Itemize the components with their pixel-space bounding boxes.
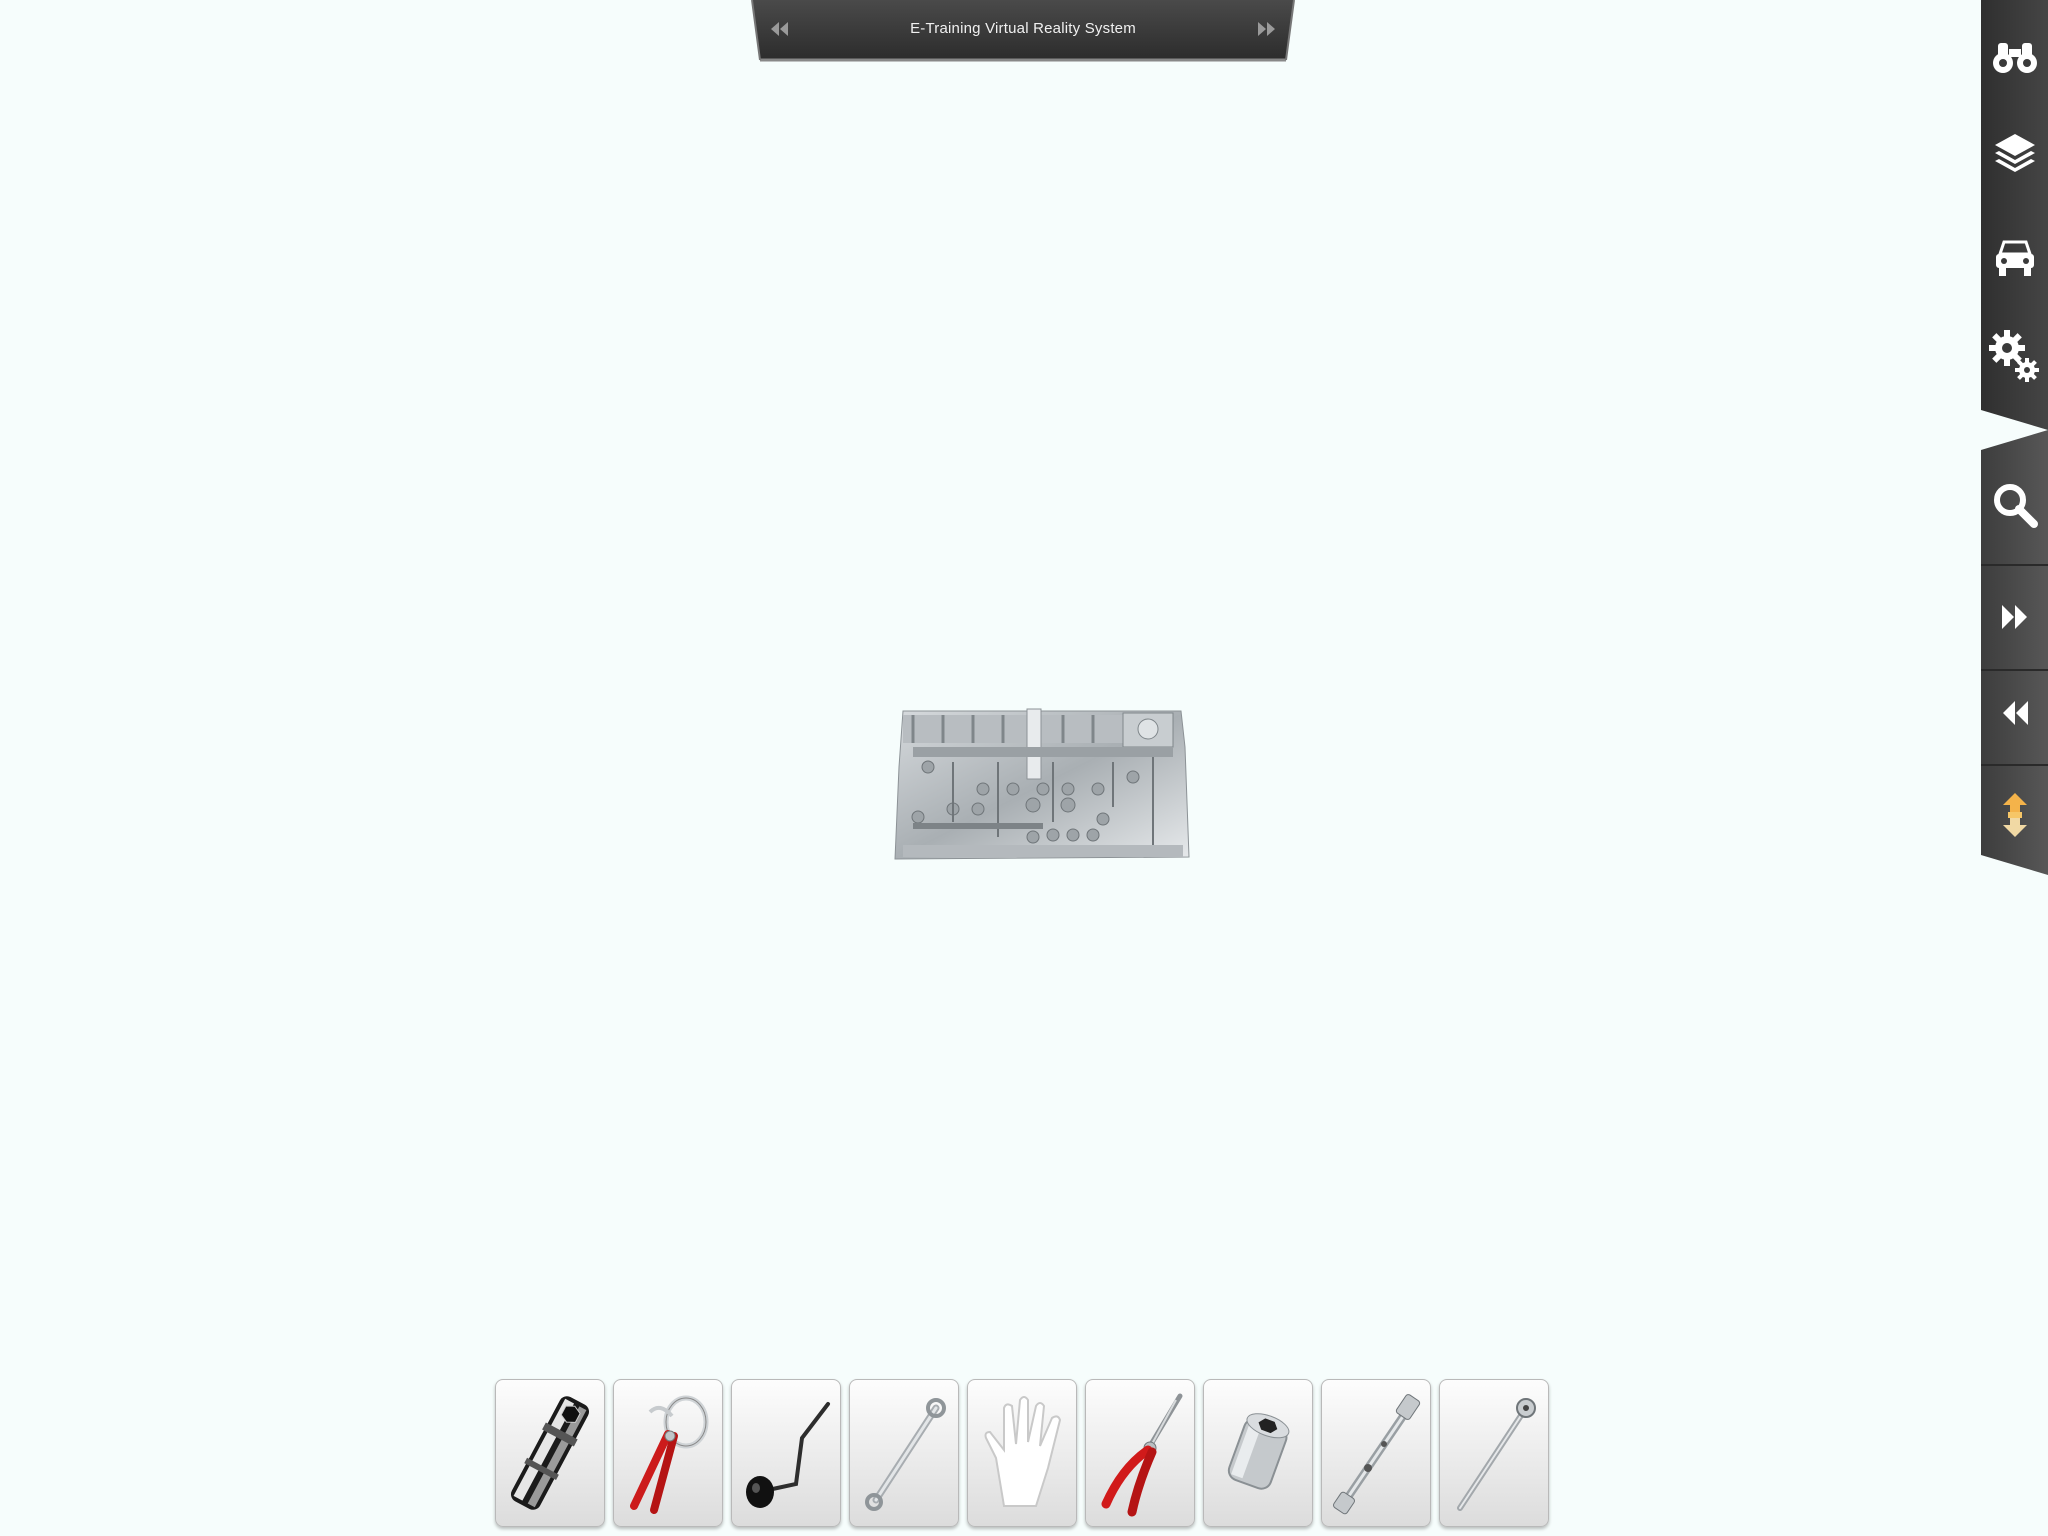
fast-forward-icon	[2001, 605, 2027, 629]
tool-hand-glove[interactable]	[967, 1379, 1077, 1527]
tool-oil-filter-pliers[interactable]	[613, 1379, 723, 1527]
toggle-button[interactable]	[1981, 775, 2048, 855]
deep-socket-icon	[510, 1396, 590, 1510]
next-button[interactable]	[1250, 14, 1284, 44]
rewind-icon	[2002, 701, 2028, 725]
magnifier-icon	[1993, 484, 2038, 528]
tool-needle-nose-pliers[interactable]	[1085, 1379, 1195, 1527]
ratchet-handle-icon	[1457, 1398, 1536, 1511]
tool-box-wrench[interactable]	[849, 1379, 959, 1527]
needle-nose-pliers-icon	[1101, 1393, 1183, 1517]
hex-socket-icon	[1227, 1413, 1290, 1490]
binoculars-icon	[1992, 43, 2037, 73]
layers-icon	[1994, 134, 2035, 172]
view-button[interactable]	[1981, 15, 2048, 95]
up-down-arrow-icon	[2002, 793, 2027, 837]
tool-extension-bar[interactable]	[1321, 1379, 1431, 1527]
tool-ratchet-handle[interactable]	[1439, 1379, 1549, 1527]
extension-bar-icon	[1332, 1394, 1421, 1515]
sidebar-top-panel	[1981, 0, 2048, 430]
settings-button[interactable]	[1981, 316, 2048, 396]
fast-forward-icon	[1258, 22, 1275, 36]
gears-icon	[1988, 330, 2039, 382]
tool-tray	[495, 1379, 1553, 1529]
engine-cylinder-head-model	[894, 708, 1190, 860]
crank-handle-icon	[746, 1402, 830, 1508]
tool-deep-socket[interactable]	[495, 1379, 605, 1527]
previous-step-button[interactable]	[1981, 673, 2048, 753]
app-title: E-Training Virtual Reality System	[910, 20, 1136, 37]
app-window: E-Training Virtual Reality System	[0, 0, 2048, 1536]
tool-hex-socket[interactable]	[1203, 1379, 1313, 1527]
car-icon	[1995, 240, 2034, 276]
next-step-button[interactable]	[1981, 577, 2048, 657]
search-button[interactable]	[1981, 465, 2048, 545]
layers-button[interactable]	[1981, 114, 2048, 194]
hand-glove-icon	[984, 1396, 1062, 1507]
sidebar-bottom-panel	[1981, 430, 2048, 875]
oil-filter-pliers-icon	[630, 1395, 709, 1514]
vehicle-button[interactable]	[1981, 218, 2048, 298]
box-wrench-icon	[865, 1398, 946, 1511]
tool-crank-handle[interactable]	[731, 1379, 841, 1527]
title-bar: E-Training Virtual Reality System	[750, 0, 1296, 62]
engine-model[interactable]	[893, 707, 1191, 863]
